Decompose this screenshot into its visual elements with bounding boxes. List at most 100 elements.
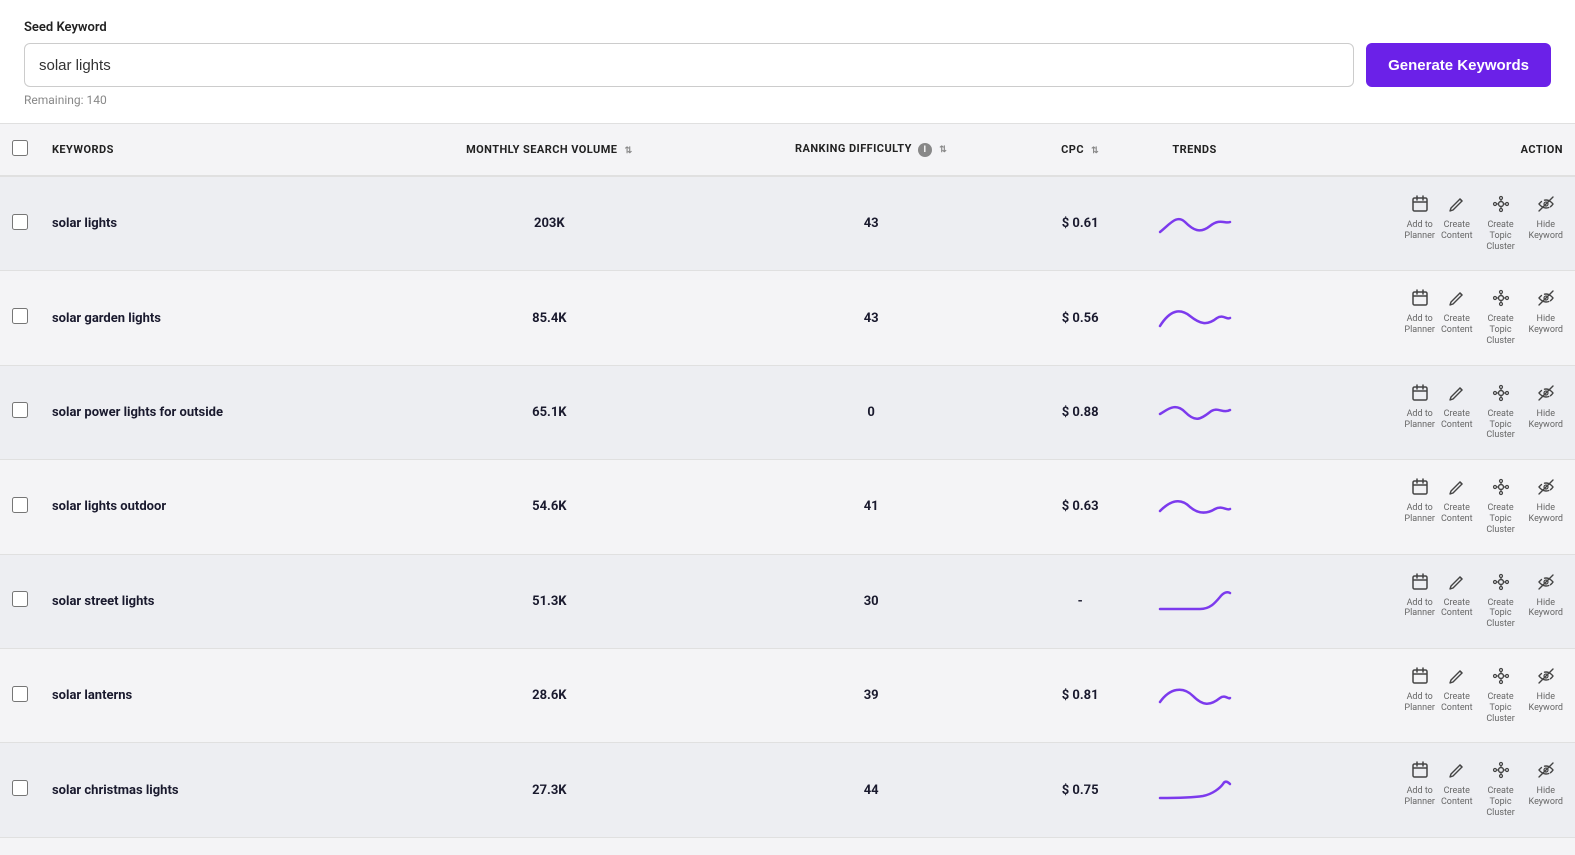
add-to-planner-button-label: Add to Planner bbox=[1404, 314, 1435, 336]
table-header-row: KEYWORDS MONTHLY SEARCH VOLUME ⇅ RANKING… bbox=[0, 124, 1575, 176]
select-all-checkbox[interactable] bbox=[12, 140, 28, 156]
create-topic-cluster-button[interactable]: Create Topic Cluster bbox=[1479, 478, 1523, 535]
cpc-sort-icon[interactable]: ⇅ bbox=[1091, 146, 1099, 156]
difficulty-cell: 41 bbox=[717, 460, 1026, 554]
create-topic-cluster-button[interactable]: Create Topic Cluster bbox=[1479, 761, 1523, 818]
create-topic-cluster-button-label: Create Topic Cluster bbox=[1479, 314, 1523, 346]
hide-keyword-button-label: Hide Keyword bbox=[1529, 786, 1563, 808]
create-topic-cluster-button-icon bbox=[1492, 289, 1510, 311]
hide-keyword-button-icon bbox=[1537, 478, 1555, 500]
hide-keyword-button[interactable]: Hide Keyword bbox=[1529, 478, 1563, 525]
generate-keywords-button[interactable]: Generate Keywords bbox=[1366, 43, 1551, 87]
create-content-button[interactable]: Create Content bbox=[1441, 667, 1473, 714]
add-to-planner-button[interactable]: Add to Planner bbox=[1404, 195, 1435, 242]
hide-keyword-button[interactable]: Hide Keyword bbox=[1529, 195, 1563, 242]
keyword-name: solar lights bbox=[52, 216, 117, 231]
create-topic-cluster-button-label: Create Topic Cluster bbox=[1479, 786, 1523, 818]
create-content-button[interactable]: Create Content bbox=[1441, 195, 1473, 242]
row-checkbox[interactable] bbox=[12, 497, 28, 513]
create-topic-cluster-button[interactable]: Create Topic Cluster bbox=[1479, 289, 1523, 346]
table-row: solar power lights for outside65.1K0$ 0.… bbox=[0, 365, 1575, 459]
cpc-cell: $ 0.56 bbox=[1026, 271, 1135, 365]
row-checkbox[interactable] bbox=[12, 402, 28, 418]
row-checkbox-cell bbox=[0, 460, 40, 554]
add-to-planner-button[interactable]: Add to Planner bbox=[1404, 478, 1435, 525]
cpc-cell: $ 0.88 bbox=[1026, 365, 1135, 459]
action-group: Add to Planner Create Content Create Top… bbox=[1404, 384, 1563, 441]
select-all-cell bbox=[0, 124, 40, 176]
hide-keyword-button-label: Hide Keyword bbox=[1529, 314, 1563, 336]
add-to-planner-button-label: Add to Planner bbox=[1404, 503, 1435, 525]
hide-keyword-button[interactable]: Hide Keyword bbox=[1529, 573, 1563, 620]
create-topic-cluster-button-icon bbox=[1492, 761, 1510, 783]
trends-cell bbox=[1135, 365, 1255, 459]
hide-keyword-button-label: Hide Keyword bbox=[1529, 409, 1563, 431]
row-checkbox-cell bbox=[0, 554, 40, 648]
action-cell: Add to Planner Create Content Create Top… bbox=[1255, 176, 1575, 271]
add-to-planner-button-label: Add to Planner bbox=[1404, 692, 1435, 714]
difficulty-info-icon[interactable]: i bbox=[918, 143, 932, 157]
cpc-cell: $ 0.75 bbox=[1026, 743, 1135, 837]
action-group: Add to Planner Create Content Create Top… bbox=[1404, 573, 1563, 630]
difficulty-sort-icon[interactable]: ⇅ bbox=[939, 145, 947, 155]
trends-cell bbox=[1135, 460, 1255, 554]
create-content-button[interactable]: Create Content bbox=[1441, 478, 1473, 525]
add-to-planner-button-icon bbox=[1411, 289, 1429, 311]
seed-label: Seed Keyword bbox=[24, 20, 1551, 35]
volume-sort-icon[interactable]: ⇅ bbox=[625, 146, 633, 156]
create-content-button[interactable]: Create Content bbox=[1441, 289, 1473, 336]
row-checkbox[interactable] bbox=[12, 214, 28, 230]
difficulty-cell: 30 bbox=[717, 554, 1026, 648]
add-to-planner-button-icon bbox=[1411, 667, 1429, 689]
create-topic-cluster-button-label: Create Topic Cluster bbox=[1479, 503, 1523, 535]
add-to-planner-button-icon bbox=[1411, 384, 1429, 406]
table-row: solar lanterns28.6K39$ 0.81 Add to Plann… bbox=[0, 648, 1575, 742]
create-content-button[interactable]: Create Content bbox=[1441, 384, 1473, 431]
volume-cell: 54.6K bbox=[382, 460, 716, 554]
hide-keyword-button-icon bbox=[1537, 195, 1555, 217]
volume-cell: 65.1K bbox=[382, 365, 716, 459]
row-checkbox[interactable] bbox=[12, 591, 28, 607]
add-to-planner-button[interactable]: Add to Planner bbox=[1404, 667, 1435, 714]
create-topic-cluster-button[interactable]: Create Topic Cluster bbox=[1479, 195, 1523, 252]
remaining-text: Remaining: 140 bbox=[24, 93, 1551, 107]
row-checkbox-cell bbox=[0, 648, 40, 742]
add-to-planner-button-label: Add to Planner bbox=[1404, 598, 1435, 620]
cpc-cell: $ 0.81 bbox=[1026, 648, 1135, 742]
action-group: Add to Planner Create Content Create Top… bbox=[1404, 289, 1563, 346]
hide-keyword-button[interactable]: Hide Keyword bbox=[1529, 667, 1563, 714]
create-topic-cluster-button[interactable]: Create Topic Cluster bbox=[1479, 384, 1523, 441]
add-to-planner-button[interactable]: Add to Planner bbox=[1404, 384, 1435, 431]
keywords-table: KEYWORDS MONTHLY SEARCH VOLUME ⇅ RANKING… bbox=[0, 124, 1575, 838]
create-topic-cluster-button-label: Create Topic Cluster bbox=[1479, 598, 1523, 630]
hide-keyword-button-icon bbox=[1537, 573, 1555, 595]
hide-keyword-button-icon bbox=[1537, 667, 1555, 689]
create-content-button[interactable]: Create Content bbox=[1441, 573, 1473, 620]
add-to-planner-button[interactable]: Add to Planner bbox=[1404, 573, 1435, 620]
seed-input[interactable] bbox=[24, 43, 1354, 87]
difficulty-cell: 0 bbox=[717, 365, 1026, 459]
volume-cell: 203K bbox=[382, 176, 716, 271]
keyword-cell: solar lights outdoor bbox=[40, 460, 382, 554]
cpc-cell: $ 0.63 bbox=[1026, 460, 1135, 554]
hide-keyword-button[interactable]: Hide Keyword bbox=[1529, 761, 1563, 808]
hide-keyword-button[interactable]: Hide Keyword bbox=[1529, 384, 1563, 431]
hide-keyword-button-icon bbox=[1537, 761, 1555, 783]
create-content-button-label: Create Content bbox=[1441, 692, 1473, 714]
action-group: Add to Planner Create Content Create Top… bbox=[1404, 667, 1563, 724]
row-checkbox[interactable] bbox=[12, 686, 28, 702]
create-content-button[interactable]: Create Content bbox=[1441, 761, 1473, 808]
add-to-planner-button[interactable]: Add to Planner bbox=[1404, 289, 1435, 336]
add-to-planner-button[interactable]: Add to Planner bbox=[1404, 761, 1435, 808]
row-checkbox[interactable] bbox=[12, 308, 28, 324]
create-topic-cluster-button[interactable]: Create Topic Cluster bbox=[1479, 667, 1523, 724]
hide-keyword-button-icon bbox=[1537, 384, 1555, 406]
row-checkbox[interactable] bbox=[12, 780, 28, 796]
hide-keyword-button[interactable]: Hide Keyword bbox=[1529, 289, 1563, 336]
table-row: solar christmas lights27.3K44$ 0.75 Add … bbox=[0, 743, 1575, 837]
col-cpc: CPC ⇅ bbox=[1026, 124, 1135, 176]
create-topic-cluster-button[interactable]: Create Topic Cluster bbox=[1479, 573, 1523, 630]
create-content-button-icon bbox=[1448, 667, 1466, 689]
difficulty-cell: 39 bbox=[717, 648, 1026, 742]
action-cell: Add to Planner Create Content Create Top… bbox=[1255, 460, 1575, 554]
